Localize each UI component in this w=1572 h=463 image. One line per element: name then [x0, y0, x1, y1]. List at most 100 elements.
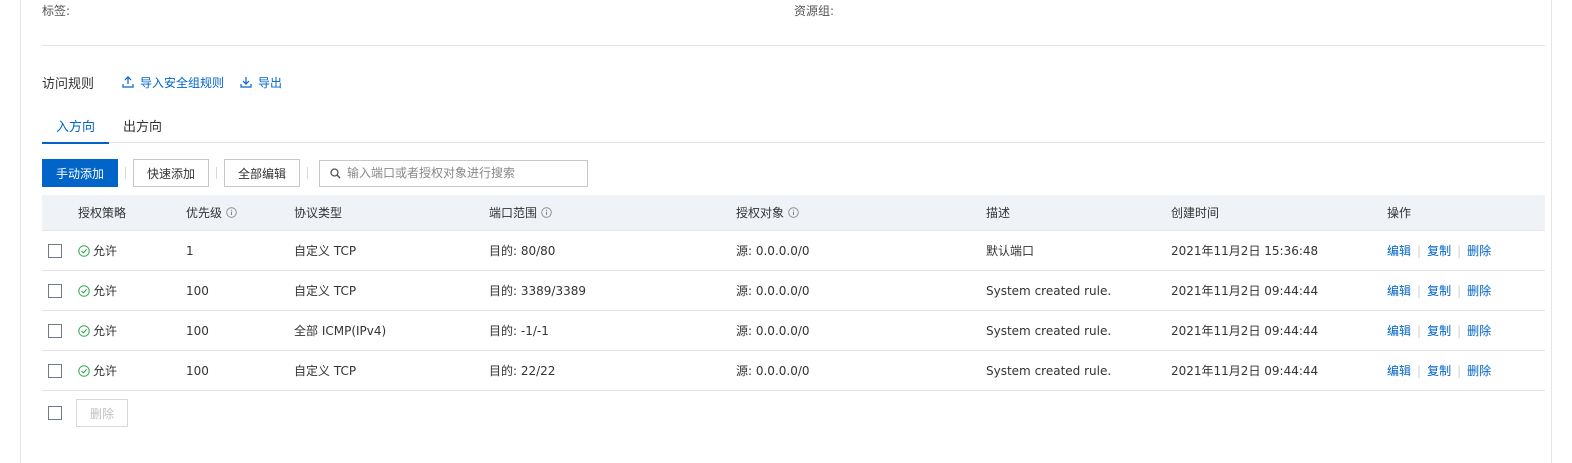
edit-link[interactable]: 编辑 — [1387, 242, 1411, 259]
op-divider: | — [1417, 283, 1422, 298]
tags-label: 标签: — [42, 4, 71, 18]
tab-inbound[interactable]: 入方向 — [42, 108, 110, 144]
ops-cell: 编辑 | 复制 | 删除 — [1387, 362, 1491, 379]
policy-label: 允许 — [93, 284, 118, 298]
desc-cell: System created rule. — [986, 363, 1112, 378]
op-divider: | — [1457, 243, 1462, 258]
header-policy: 授权策略 — [78, 206, 127, 220]
rules-title: 访问规则 — [42, 76, 95, 92]
toolbar-divider — [125, 167, 127, 179]
header-priority-label: 优先级 — [186, 206, 223, 220]
priority-cell: 1 — [186, 243, 194, 258]
meta-row: 标签: 资源组: — [42, 2, 1544, 18]
time-cell: 2021年11月2日 09:44:44 — [1171, 324, 1319, 338]
search-icon — [330, 167, 341, 179]
auth-cell: 源: 0.0.0.0/0 — [736, 324, 810, 338]
policy-cell: 允许 — [78, 362, 117, 379]
copy-link[interactable]: 复制 — [1427, 242, 1451, 259]
table-row: 允许 100 全部 ICMP(IPv4) 目的: -1/-1 源: 0.0.0.… — [42, 311, 1545, 351]
header-protocol: 协议类型 — [294, 206, 343, 220]
edit-link[interactable]: 编辑 — [1387, 282, 1411, 299]
desc-cell: System created rule. — [986, 283, 1112, 298]
auth-cell: 源: 0.0.0.0/0 — [736, 244, 810, 258]
copy-link[interactable]: 复制 — [1427, 362, 1451, 379]
search-box[interactable] — [319, 159, 589, 187]
op-divider: | — [1417, 363, 1422, 378]
table-row: 允许 100 自定义 TCP 目的: 22/22 源: 0.0.0.0/0 Sy… — [42, 351, 1545, 391]
toolbar-divider — [216, 167, 218, 179]
copy-link[interactable]: 复制 — [1427, 322, 1451, 339]
table-row: 允许 1 自定义 TCP 目的: 80/80 源: 0.0.0.0/0 默认端口… — [42, 231, 1545, 271]
right-divider — [1551, 0, 1552, 463]
info-icon[interactable] — [226, 207, 237, 218]
row-checkbox[interactable] — [48, 243, 62, 258]
header-desc: 描述 — [986, 206, 1011, 220]
priority-cell: 100 — [186, 363, 209, 378]
batch-delete-button[interactable]: 删除 — [76, 399, 129, 427]
toolbar: 手动添加 快速添加 全部编辑 — [42, 159, 589, 187]
toolbar-divider — [307, 167, 309, 179]
time-cell: 2021年11月2日 09:44:44 — [1171, 364, 1319, 378]
policy-cell: 允许 — [78, 242, 117, 259]
row-checkbox[interactable] — [48, 363, 62, 378]
export-link[interactable]: 导出 — [240, 74, 282, 91]
header-ops: 操作 — [1387, 206, 1412, 220]
header-auth-label: 授权对象 — [736, 206, 785, 220]
edit-link[interactable]: 编辑 — [1387, 322, 1411, 339]
port-cell: 目的: 22/22 — [489, 364, 556, 378]
import-rules-link[interactable]: 导入安全组规则 — [122, 74, 224, 91]
delete-link[interactable]: 删除 — [1467, 322, 1491, 339]
copy-link[interactable]: 复制 — [1427, 282, 1451, 299]
manual-add-button[interactable]: 手动添加 — [42, 159, 119, 187]
check-circle-icon — [78, 364, 90, 377]
rules-table: 授权策略 优先级 协议类型 端口范围 授权对象 描述 创建时间 操作 允许 1 … — [42, 195, 1545, 391]
protocol-cell: 自定义 TCP — [294, 244, 357, 258]
port-cell: 目的: 3389/3389 — [489, 284, 586, 298]
op-divider: | — [1417, 323, 1422, 338]
auth-cell: 源: 0.0.0.0/0 — [736, 364, 810, 378]
op-divider: | — [1417, 243, 1422, 258]
export-label: 导出 — [258, 75, 283, 90]
select-all-checkbox[interactable] — [48, 406, 62, 420]
quick-add-button[interactable]: 快速添加 — [133, 159, 210, 187]
tab-outbound[interactable]: 出方向 — [109, 108, 176, 143]
check-circle-icon — [78, 324, 90, 337]
desc-cell: System created rule. — [986, 323, 1112, 338]
upload-icon — [122, 76, 134, 88]
import-rules-label: 导入安全组规则 — [140, 75, 225, 90]
row-checkbox[interactable] — [48, 283, 62, 298]
op-divider: | — [1457, 283, 1462, 298]
table-header: 授权策略 优先级 协议类型 端口范围 授权对象 描述 创建时间 操作 — [42, 195, 1545, 231]
direction-tabs: 入方向 出方向 — [42, 108, 1545, 144]
delete-link[interactable]: 删除 — [1467, 282, 1491, 299]
op-divider: | — [1457, 363, 1462, 378]
policy-label: 允许 — [93, 244, 118, 258]
protocol-cell: 自定义 TCP — [294, 284, 357, 298]
check-circle-icon — [78, 244, 90, 257]
port-cell: 目的: -1/-1 — [489, 324, 549, 338]
delete-link[interactable]: 删除 — [1467, 362, 1491, 379]
rules-header: 访问规则 导入安全组规则 导出 — [42, 73, 298, 92]
port-cell: 目的: 80/80 — [489, 244, 556, 258]
info-icon[interactable] — [541, 207, 552, 218]
resource-group-label: 资源组: — [794, 4, 835, 18]
row-checkbox[interactable] — [48, 323, 62, 338]
info-icon[interactable] — [788, 207, 799, 218]
search-input[interactable] — [347, 166, 568, 180]
policy-cell: 允许 — [78, 282, 117, 299]
header-auth: 授权对象 — [736, 204, 799, 221]
ops-cell: 编辑 | 复制 | 删除 — [1387, 282, 1491, 299]
desc-cell: 默认端口 — [986, 244, 1035, 258]
header-port: 端口范围 — [489, 204, 552, 221]
delete-link[interactable]: 删除 — [1467, 242, 1491, 259]
edit-all-button[interactable]: 全部编辑 — [224, 159, 301, 187]
left-divider — [20, 0, 21, 463]
ops-cell: 编辑 | 复制 | 删除 — [1387, 242, 1491, 259]
check-circle-icon — [78, 284, 90, 297]
edit-link[interactable]: 编辑 — [1387, 362, 1411, 379]
policy-cell: 允许 — [78, 322, 117, 339]
protocol-cell: 全部 ICMP(IPv4) — [294, 324, 387, 338]
policy-label: 允许 — [93, 324, 118, 338]
header-port-label: 端口范围 — [489, 206, 538, 220]
time-cell: 2021年11月2日 15:36:48 — [1171, 244, 1319, 258]
